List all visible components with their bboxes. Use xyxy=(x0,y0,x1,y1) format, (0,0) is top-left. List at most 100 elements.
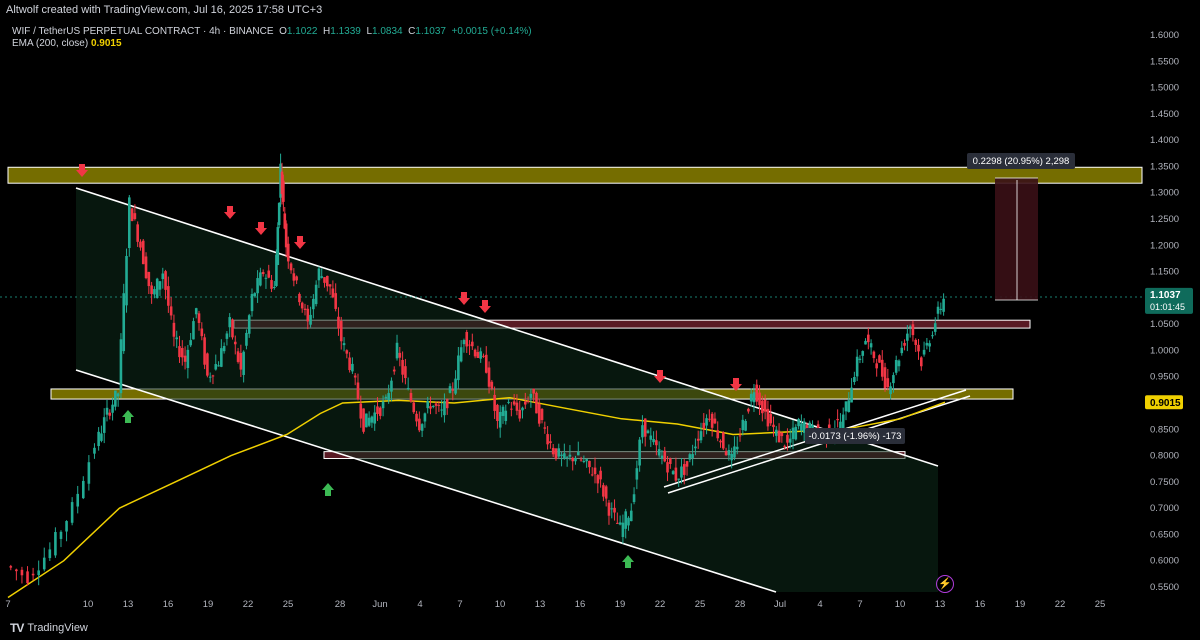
candle-body xyxy=(883,367,887,389)
candle-body xyxy=(886,378,890,388)
time-tick-label: 16 xyxy=(163,599,174,610)
candle-body xyxy=(473,349,477,357)
candle-body xyxy=(669,458,672,464)
candle-body xyxy=(847,400,851,412)
candle-body xyxy=(677,478,680,480)
candle-body xyxy=(844,401,848,412)
candle-body xyxy=(602,485,605,497)
time-tick-label: 19 xyxy=(1015,599,1026,610)
upper-yellow-zone xyxy=(7,166,1143,184)
candle-body xyxy=(412,402,416,413)
measure-label-1: 0.2298 (20.95%) 2,298 xyxy=(973,156,1070,167)
candle-body xyxy=(222,346,226,352)
candle-body xyxy=(273,286,276,288)
price-tick-label: 1.0000 xyxy=(1150,345,1179,356)
tradingview-logo[interactable]: TV TradingView xyxy=(10,621,88,635)
candle-body xyxy=(242,351,245,375)
candle-body xyxy=(37,570,40,576)
candle-body xyxy=(376,406,379,414)
time-tick-label: 28 xyxy=(335,599,346,610)
candle-body xyxy=(674,467,678,481)
candle-body xyxy=(303,308,307,310)
candle-body xyxy=(735,446,739,450)
candle-body xyxy=(119,339,123,394)
candle-body xyxy=(105,407,109,415)
candle-body xyxy=(713,418,717,424)
candle-body xyxy=(774,429,778,436)
candle-body xyxy=(604,486,608,499)
candle-body xyxy=(498,411,502,428)
candle-body xyxy=(588,460,591,468)
candle-body xyxy=(247,315,251,334)
measure-tool: 0.2298 (20.95%) 2,298 -0.0173 (-1.96%) -1… xyxy=(805,153,1075,444)
candle-body xyxy=(730,453,733,461)
candle-body xyxy=(836,418,839,421)
time-tick-label: Jul xyxy=(774,599,786,610)
candle-body xyxy=(576,451,580,456)
candle-body xyxy=(264,277,268,279)
attribution-text: Altwolf created with TradingView.com, Ju… xyxy=(6,4,323,16)
candle-body xyxy=(529,393,533,398)
candle-body xyxy=(727,449,731,456)
tv-brand: TradingView xyxy=(27,622,88,634)
candle-body xyxy=(641,425,644,438)
symbol-name[interactable]: WIF / TetherUS PERPETUAL CONTRACT · 4h ·… xyxy=(12,26,274,37)
candle-body xyxy=(939,308,943,310)
candle-body xyxy=(560,454,563,456)
candle-body xyxy=(128,197,131,249)
candle-body xyxy=(87,462,91,484)
candle-body xyxy=(431,405,435,407)
time-axis: 7 10 13 16 19 22 25 28 Jun 4 7 10 13 16 19 22 25 28 Jul 4 7 1… xyxy=(5,599,1105,610)
candle-body xyxy=(31,573,35,576)
candle-body xyxy=(590,474,594,476)
ema-legend[interactable]: EMA (200, close) 0.9015 xyxy=(12,38,122,49)
candle-body xyxy=(635,468,639,480)
candle-body xyxy=(437,404,441,406)
candle-body xyxy=(323,277,326,283)
candle-body xyxy=(362,408,365,432)
candle-body xyxy=(484,354,488,373)
time-tick-label: 16 xyxy=(575,599,586,610)
candle-body xyxy=(125,255,128,306)
candle-body xyxy=(76,493,80,507)
candle-body xyxy=(512,401,516,405)
candle-body xyxy=(100,433,103,441)
candle-body xyxy=(521,407,524,411)
time-tick-label: 22 xyxy=(655,599,666,610)
candle-body xyxy=(510,408,513,410)
lightning-icon[interactable]: ⚡ xyxy=(936,575,954,593)
candle-body xyxy=(208,376,212,378)
price-tick-label: 0.8000 xyxy=(1150,451,1179,462)
candle-body xyxy=(451,389,455,391)
candle-body xyxy=(459,347,463,362)
candle-body xyxy=(309,314,312,325)
candle-body xyxy=(167,286,170,306)
price-chart[interactable]: 0.2298 (20.95%) 2,298 -0.0173 (-1.96%) -1… xyxy=(0,0,1200,640)
candle-body xyxy=(643,418,647,437)
price-tick-label: 1.1500 xyxy=(1150,267,1179,278)
candle-body xyxy=(657,449,661,456)
candle-body xyxy=(236,351,240,362)
time-tick-label: 19 xyxy=(203,599,214,610)
candle-body xyxy=(420,424,424,431)
ema-price-label: 0.9015 xyxy=(1150,398,1181,409)
candle-body xyxy=(111,404,114,413)
candle-body xyxy=(267,270,271,278)
candle-body xyxy=(144,256,148,279)
candle-body xyxy=(841,414,845,429)
candle-body xyxy=(733,446,736,458)
time-tick-label: 28 xyxy=(735,599,746,610)
price-tick-label: 1.3000 xyxy=(1150,188,1179,199)
red-arrow-icon xyxy=(294,236,306,249)
candle-body xyxy=(245,332,248,346)
candle-body xyxy=(48,549,52,559)
price-tick-label: 0.6500 xyxy=(1150,529,1179,540)
candle-body xyxy=(624,511,627,529)
candle-body xyxy=(390,380,393,392)
candle-body xyxy=(585,459,588,462)
candle-body xyxy=(880,359,884,377)
candle-body xyxy=(515,402,519,411)
candle-body xyxy=(141,240,145,265)
candle-body xyxy=(312,298,315,310)
candle-body xyxy=(116,393,120,397)
